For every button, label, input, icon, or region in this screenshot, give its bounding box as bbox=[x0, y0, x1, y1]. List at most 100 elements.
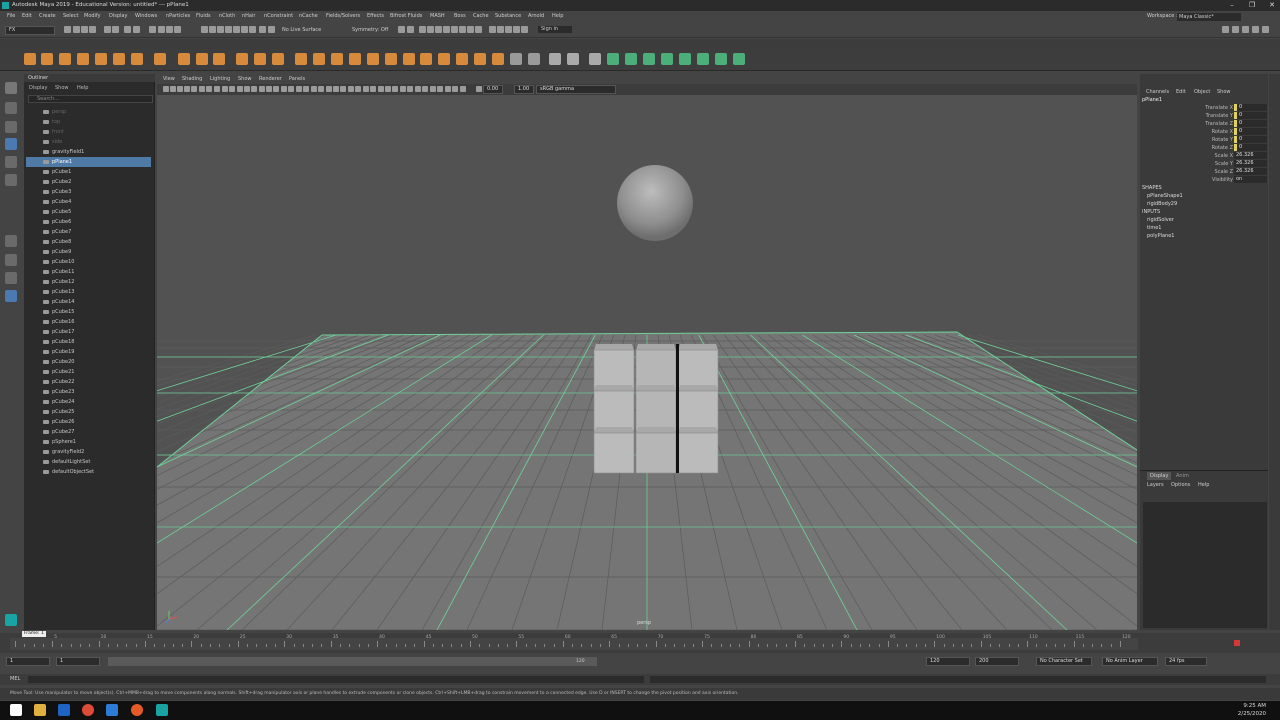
menu-select[interactable]: Select bbox=[63, 11, 78, 22]
status-tool-icon[interactable] bbox=[459, 26, 466, 33]
outliner-item[interactable]: top bbox=[26, 117, 151, 127]
outliner-item[interactable]: pCube11 bbox=[26, 267, 151, 277]
fps-dropdown[interactable]: 24 fps bbox=[1165, 657, 1207, 666]
status-tool-icon[interactable] bbox=[1262, 26, 1269, 33]
status-tool-icon[interactable] bbox=[81, 26, 88, 33]
cb-menu-show[interactable]: Show bbox=[1217, 88, 1231, 96]
viewport-tool-icon[interactable] bbox=[476, 86, 482, 92]
lasso-tool-icon[interactable] bbox=[5, 102, 17, 114]
viewport-tool-icon[interactable] bbox=[326, 86, 332, 92]
outliner-item[interactable]: pCube1 bbox=[26, 167, 151, 177]
shelf-tool-icon[interactable] bbox=[295, 53, 307, 65]
colorspace-dropdown[interactable]: sRGB gamma bbox=[536, 85, 616, 94]
viewport-tool-icon[interactable] bbox=[445, 86, 451, 92]
shelf-tool-icon[interactable] bbox=[196, 53, 208, 65]
channel-attr-name[interactable]: Translate Y bbox=[1141, 112, 1233, 120]
menuset-dropdown[interactable]: FX bbox=[5, 26, 55, 35]
input-item[interactable]: polyPlane1 bbox=[1147, 232, 1174, 240]
outliner-item[interactable]: pCube27 bbox=[26, 427, 151, 437]
menu-nhair[interactable]: nHair bbox=[242, 11, 255, 22]
outliner-item[interactable]: pCube10 bbox=[26, 257, 151, 267]
far-clip-field[interactable]: 1.00 bbox=[514, 85, 534, 94]
outliner-layout-icon[interactable] bbox=[5, 290, 17, 302]
status-tool-icon[interactable] bbox=[209, 26, 216, 33]
outliner-item[interactable]: pSphere1 bbox=[26, 437, 151, 447]
viewport-tool-icon[interactable] bbox=[303, 86, 309, 92]
record-icon[interactable] bbox=[1234, 640, 1240, 646]
viewport-tool-icon[interactable] bbox=[214, 86, 220, 92]
shelf-tool-icon[interactable] bbox=[272, 53, 284, 65]
menu-fields-solvers[interactable]: Fields/Solvers bbox=[326, 11, 360, 22]
status-tool-icon[interactable] bbox=[497, 26, 504, 33]
viewport-tool-icon[interactable] bbox=[296, 86, 302, 92]
live-surface-label[interactable]: No Live Surface bbox=[282, 26, 321, 34]
channel-attr-value[interactable]: 26.326 bbox=[1234, 168, 1267, 175]
viewport-tool-icon[interactable] bbox=[460, 86, 466, 92]
shelf-tool-icon[interactable] bbox=[528, 53, 540, 65]
cb-menu-channels[interactable]: Channels bbox=[1146, 88, 1169, 96]
viewport-tool-icon[interactable] bbox=[206, 86, 212, 92]
shelf-tool-icon[interactable] bbox=[313, 53, 325, 65]
near-clip-field[interactable]: 0.00 bbox=[483, 85, 503, 94]
viewport-tool-icon[interactable] bbox=[259, 86, 265, 92]
channel-attr-value[interactable]: 0 bbox=[1234, 112, 1267, 119]
status-tool-icon[interactable] bbox=[241, 26, 248, 33]
status-tool-icon[interactable] bbox=[521, 26, 528, 33]
layer-menu-help[interactable]: Help bbox=[1198, 481, 1209, 489]
layer-tab-anim[interactable]: Anim bbox=[1176, 472, 1189, 480]
outliner-item[interactable]: pCube23 bbox=[26, 387, 151, 397]
outliner-item[interactable]: pCube26 bbox=[26, 417, 151, 427]
viewport-tool-icon[interactable] bbox=[407, 86, 413, 92]
scene-canvas[interactable] bbox=[157, 95, 1137, 630]
outliner-menu-show[interactable]: Show bbox=[55, 84, 69, 92]
view-menu-view[interactable]: View bbox=[163, 74, 175, 84]
shelf-tool-icon[interactable] bbox=[549, 53, 561, 65]
shelf-tool-icon[interactable] bbox=[331, 53, 343, 65]
outliner-item[interactable]: pCube4 bbox=[26, 197, 151, 207]
outliner-item[interactable]: pCube14 bbox=[26, 297, 151, 307]
channel-attr-value[interactable]: 0 bbox=[1234, 120, 1267, 127]
layer-menu-layers[interactable]: Layers bbox=[1147, 481, 1164, 489]
outliner-item[interactable]: defaultObjectSet bbox=[26, 467, 151, 477]
menu-create[interactable]: Create bbox=[39, 11, 56, 22]
viewport-tool-icon[interactable] bbox=[437, 86, 443, 92]
outliner-search-input[interactable]: Search... bbox=[28, 95, 153, 103]
cube-stack[interactable] bbox=[593, 344, 719, 474]
status-tool-icon[interactable] bbox=[233, 26, 240, 33]
status-tool-icon[interactable] bbox=[124, 26, 131, 33]
viewport-tool-icon[interactable] bbox=[348, 86, 354, 92]
status-tool-icon[interactable] bbox=[166, 26, 173, 33]
viewport-tool-icon[interactable] bbox=[237, 86, 243, 92]
outliner-item[interactable]: pCube3 bbox=[26, 187, 151, 197]
viewport-tool-icon[interactable] bbox=[170, 86, 176, 92]
viewport-tool-icon[interactable] bbox=[370, 86, 376, 92]
channel-attr-value[interactable]: on bbox=[1234, 176, 1267, 183]
channel-attr-name[interactable]: Visibility bbox=[1141, 176, 1233, 184]
menu-ncloth[interactable]: nCloth bbox=[219, 11, 235, 22]
outliner-item[interactable]: gravityField1 bbox=[26, 147, 151, 157]
outliner-item[interactable]: pCube9 bbox=[26, 247, 151, 257]
viewport-tool-icon[interactable] bbox=[340, 86, 346, 92]
status-tool-icon[interactable] bbox=[158, 26, 165, 33]
channel-attr-value[interactable]: 0 bbox=[1234, 128, 1267, 135]
shelf-tool-icon[interactable] bbox=[643, 53, 655, 65]
shelf-tool-icon[interactable] bbox=[213, 53, 225, 65]
menu-ncache[interactable]: nCache bbox=[299, 11, 318, 22]
shelf-tool-icon[interactable] bbox=[77, 53, 89, 65]
playback-start-field[interactable]: 1 bbox=[56, 657, 100, 666]
outlook-icon[interactable] bbox=[58, 704, 70, 716]
close-button[interactable]: ✕ bbox=[1262, 0, 1280, 11]
outliner-item[interactable]: pCube15 bbox=[26, 307, 151, 317]
outliner-item[interactable]: pCube6 bbox=[26, 217, 151, 227]
status-tool-icon[interactable] bbox=[73, 26, 80, 33]
outliner-item[interactable]: gravityField2 bbox=[26, 447, 151, 457]
status-tool-icon[interactable] bbox=[435, 26, 442, 33]
shelf-tool-icon[interactable] bbox=[625, 53, 637, 65]
status-tool-icon[interactable] bbox=[443, 26, 450, 33]
channel-attr-name[interactable]: Scale X bbox=[1141, 152, 1233, 160]
menu-mash[interactable]: MASH bbox=[430, 11, 445, 22]
status-tool-icon[interactable] bbox=[217, 26, 224, 33]
origin-icon[interactable] bbox=[131, 704, 143, 716]
anim-end-field[interactable]: 200 bbox=[975, 657, 1019, 666]
shelf-tool-icon[interactable] bbox=[589, 53, 601, 65]
